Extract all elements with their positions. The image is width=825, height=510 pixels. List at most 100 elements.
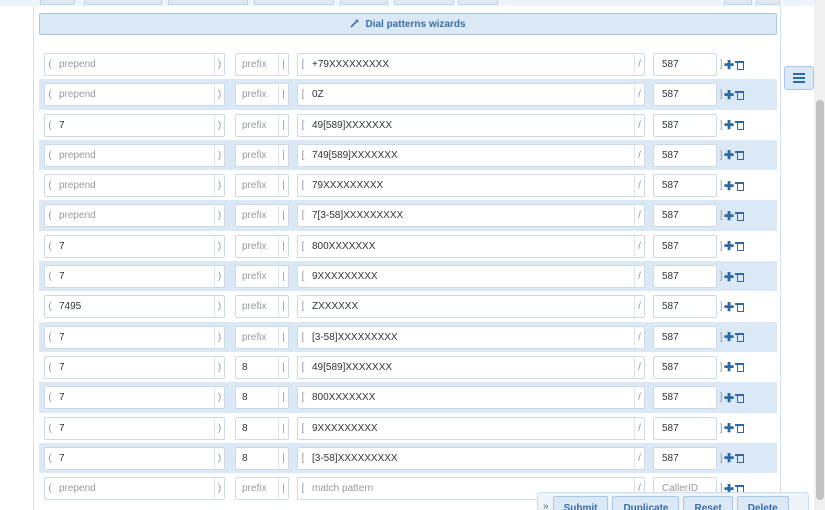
trash-icon[interactable] <box>734 144 744 167</box>
plus-icon[interactable]: ✚ <box>724 386 734 409</box>
prepend-value[interactable]: prepend <box>55 483 214 494</box>
callerid-value[interactable]: 587 <box>654 362 716 373</box>
callerid-input[interactable]: 587 <box>653 446 717 470</box>
match-pattern-input[interactable]: [800XXXXXXX / <box>297 386 645 410</box>
prefix-value[interactable]: prefix <box>236 210 278 221</box>
match-pattern-value[interactable]: [3-58]XXXXXXXXX <box>308 453 634 464</box>
match-pattern-value[interactable]: ZXXXXXX <box>308 301 634 312</box>
plus-icon[interactable]: ✚ <box>724 235 734 258</box>
callerid-value[interactable]: 587 <box>654 210 716 221</box>
prefix-value[interactable]: prefix <box>236 271 278 282</box>
prepend-input[interactable]: (prepend) <box>44 83 225 107</box>
plus-icon[interactable]: ✚ <box>724 326 734 349</box>
toolbar-tab-stub[interactable] <box>84 0 162 5</box>
prepend-input[interactable]: (7) <box>44 113 225 137</box>
scrollbar-thumb[interactable] <box>816 100 824 500</box>
plus-icon[interactable]: ✚ <box>724 53 734 76</box>
toolbar-tab-stub[interactable] <box>340 0 388 5</box>
submit-button[interactable]: Submit <box>552 496 609 510</box>
callerid-input[interactable]: 587 <box>653 234 717 258</box>
callerid-input[interactable]: 587 <box>653 325 717 349</box>
match-pattern-input[interactable]: [[3-58]XXXXXXXXX / <box>297 325 645 349</box>
plus-icon[interactable]: ✚ <box>724 114 734 137</box>
prefix-input[interactable]: 8 | <box>235 355 289 379</box>
match-pattern-value[interactable]: 749[589]XXXXXXX <box>308 150 634 161</box>
prefix-value[interactable]: prefix <box>236 180 278 191</box>
prepend-input[interactable]: (7) <box>44 416 225 440</box>
prefix-value[interactable]: prefix <box>236 59 278 70</box>
callerid-input[interactable]: 587 <box>653 265 717 289</box>
prepend-value[interactable]: 7 <box>55 332 214 343</box>
callerid-input[interactable]: 587 <box>653 53 717 76</box>
trash-icon[interactable] <box>734 356 744 379</box>
prefix-value[interactable]: prefix <box>236 241 278 252</box>
prepend-value[interactable]: 7 <box>55 453 214 464</box>
prefix-input[interactable]: prefix | <box>235 477 289 501</box>
prefix-value[interactable]: 8 <box>236 423 278 434</box>
match-pattern-input[interactable]: [7[3-58]XXXXXXXXX / <box>297 204 645 228</box>
prefix-input[interactable]: prefix | <box>235 325 289 349</box>
match-pattern-input[interactable]: [79XXXXXXXXX / <box>297 174 645 198</box>
callerid-value[interactable]: 587 <box>654 89 716 100</box>
callerid-input[interactable]: 587 <box>653 355 717 379</box>
prepend-value[interactable]: 7 <box>55 423 214 434</box>
match-pattern-value[interactable]: 800XXXXXXX <box>308 241 634 252</box>
prepend-input[interactable]: (7) <box>44 446 225 470</box>
plus-icon[interactable]: ✚ <box>724 204 734 227</box>
prefix-value[interactable]: prefix <box>236 150 278 161</box>
callerid-input[interactable]: 587 <box>653 174 717 198</box>
trash-icon[interactable] <box>734 295 744 318</box>
prefix-input[interactable]: prefix | <box>235 53 289 76</box>
toolbar-tab-stub[interactable] <box>724 0 752 5</box>
match-pattern-value[interactable]: 0Z <box>308 89 634 100</box>
prefix-input[interactable]: prefix | <box>235 143 289 167</box>
chevron-right-icon[interactable]: » <box>543 501 549 510</box>
trash-icon[interactable] <box>734 114 744 137</box>
prepend-input[interactable]: (7495) <box>44 295 225 319</box>
prepend-value[interactable]: 7 <box>55 241 214 252</box>
match-pattern-value[interactable]: 49[589]XXXXXXX <box>308 120 634 131</box>
prefix-input[interactable]: prefix | <box>235 265 289 289</box>
callerid-value[interactable]: 587 <box>654 59 716 70</box>
prepend-value[interactable]: 7 <box>55 362 214 373</box>
prepend-input[interactable]: (7) <box>44 386 225 410</box>
plus-icon[interactable]: ✚ <box>724 265 734 288</box>
callerid-value[interactable]: 587 <box>654 241 716 252</box>
trash-icon[interactable] <box>734 417 744 440</box>
trash-icon[interactable] <box>734 326 744 349</box>
plus-icon[interactable]: ✚ <box>724 417 734 440</box>
prepend-value[interactable]: prepend <box>55 150 214 161</box>
trash-icon[interactable] <box>734 53 744 76</box>
prefix-value[interactable]: 8 <box>236 392 278 403</box>
prefix-input[interactable]: prefix | <box>235 174 289 198</box>
prefix-value[interactable]: 8 <box>236 453 278 464</box>
match-pattern-value[interactable]: [3-58]XXXXXXXXX <box>308 332 634 343</box>
match-pattern-value[interactable]: 7[3-58]XXXXXXXXX <box>308 210 634 221</box>
trash-icon[interactable] <box>734 83 744 106</box>
callerid-value[interactable]: 587 <box>654 453 716 464</box>
prefix-value[interactable]: 8 <box>236 362 278 373</box>
prepend-value[interactable]: prepend <box>55 59 214 70</box>
prefix-input[interactable]: 8 | <box>235 446 289 470</box>
toolbar-tab-stub[interactable] <box>756 0 780 5</box>
callerid-value[interactable]: 587 <box>654 332 716 343</box>
prepend-input[interactable]: (prepend) <box>44 143 225 167</box>
prepend-input[interactable]: (7) <box>44 234 225 258</box>
callerid-value[interactable]: 587 <box>654 120 716 131</box>
duplicate-button[interactable]: Duplicate <box>612 496 680 510</box>
prepend-input[interactable]: (7) <box>44 265 225 289</box>
toolbar-tab-stub[interactable] <box>254 0 334 5</box>
plus-icon[interactable]: ✚ <box>724 356 734 379</box>
prepend-value[interactable]: prepend <box>55 210 214 221</box>
match-pattern-input[interactable]: [[3-58]XXXXXXXXX / <box>297 446 645 470</box>
trash-icon[interactable] <box>734 204 744 227</box>
prepend-input[interactable]: (7) <box>44 355 225 379</box>
trash-icon[interactable] <box>734 265 744 288</box>
match-pattern-input[interactable]: [49[589]XXXXXXX / <box>297 355 645 379</box>
dial-patterns-wizard-button[interactable]: Dial patterns wizards <box>39 13 777 35</box>
match-pattern-input[interactable]: [+79XXXXXXXXX / <box>297 53 645 76</box>
callerid-input[interactable]: 587 <box>653 295 717 319</box>
match-pattern-input[interactable]: [9XXXXXXXXX / <box>297 416 645 440</box>
prefix-value[interactable]: prefix <box>236 483 278 494</box>
prefix-value[interactable]: prefix <box>236 301 278 312</box>
